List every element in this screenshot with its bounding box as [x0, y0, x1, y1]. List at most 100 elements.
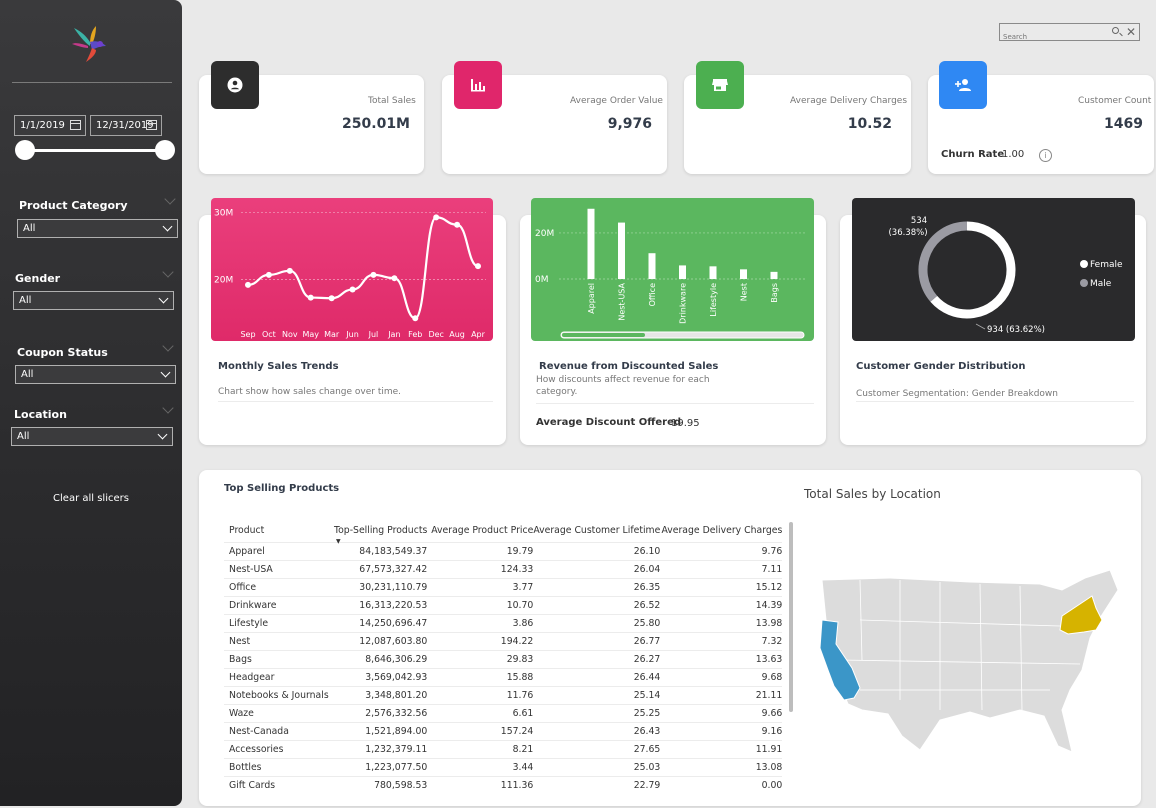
x-tick-label: May	[302, 330, 319, 339]
x-tick-label: Lifestyle	[709, 283, 718, 317]
clear-all-slicers-button[interactable]: Clear all slicers	[0, 493, 182, 504]
table-row[interactable]: Office 30,231,110.79 3.77 26.35 15.12	[224, 577, 783, 596]
search-icon[interactable]	[1112, 27, 1119, 34]
table-row[interactable]: Bags 8,646,306.29 29.83 26.27 13.63	[224, 649, 783, 668]
column-header[interactable]: Top-Selling Products ▼	[334, 520, 427, 545]
table-row[interactable]: Bottles 1,223,077.50 3.44 25.03 13.08	[224, 757, 783, 776]
table-cell: Nest-USA	[224, 559, 334, 578]
table-row[interactable]: Headgear 3,569,042.93 15.88 26.44 9.68	[224, 667, 783, 686]
bird-logo-icon	[72, 26, 106, 62]
table-header-row: Product Top-Selling Products ▼ Average Prod…	[224, 520, 782, 545]
table-row[interactable]: Nest-Canada 1,521,894.00 157.24 26.43 9.16	[224, 721, 783, 740]
calendar-icon[interactable]	[70, 120, 81, 130]
table-cell: 3.77	[427, 577, 534, 596]
column-header[interactable]: Average Product Price	[427, 520, 533, 542]
start-date-input[interactable]: 1/1/2019	[14, 115, 86, 136]
gender-dropdown[interactable]: All	[13, 291, 174, 310]
chevron-down-icon[interactable]	[162, 402, 174, 414]
data-point	[328, 295, 335, 302]
column-header[interactable]: Average Customer Lifetime	[533, 520, 660, 542]
avg-discount-label: Average Discount Offered	[536, 417, 682, 428]
table-row[interactable]: Lifestyle 14,250,696.47 3.86 25.80 13.98	[224, 613, 783, 632]
bar	[648, 253, 656, 279]
location-label: Location	[14, 408, 67, 421]
data-point	[475, 263, 481, 270]
us-map[interactable]	[800, 560, 1142, 760]
churn-rate-value: 1.00	[1002, 149, 1025, 160]
product-category-dropdown[interactable]: All	[17, 219, 178, 238]
sort-descending-icon[interactable]: ▼	[336, 538, 341, 545]
gender-value: All	[19, 295, 32, 306]
slice-label: 534	[911, 216, 927, 226]
scrollbar-thumb	[562, 333, 645, 337]
table-cell: 16,313,220.53	[334, 595, 428, 614]
table-row[interactable]: Gift Cards 780,598.53 111.36 22.79 0.00	[224, 775, 783, 794]
chevron-down-icon[interactable]	[162, 340, 174, 352]
table-row[interactable]: Nest-USA 67,573,327.42 124.33 26.04 7.11	[224, 559, 783, 578]
gender-chart[interactable]: 934 (63.62%) 534 (36.38%) Female Male	[852, 198, 1135, 341]
coupon-status-dropdown[interactable]: All	[15, 365, 176, 384]
sales-line	[247, 216, 479, 320]
x-tick-label: Dec	[428, 330, 443, 339]
date-slider-end-handle[interactable]	[155, 140, 175, 160]
column-header[interactable]: Average Delivery Charges	[660, 520, 782, 542]
table-cell: 27.65	[533, 739, 661, 758]
date-range-slider[interactable]	[25, 149, 165, 152]
close-icon[interactable]: ✕	[1126, 24, 1136, 40]
data-point	[286, 267, 293, 274]
legend-label: Female	[1090, 260, 1123, 270]
table-cell: 3,569,042.93	[334, 667, 428, 686]
data-point	[349, 286, 356, 293]
table-row[interactable]: Waze 2,576,332.56 6.61 25.25 9.66	[224, 703, 783, 722]
filter-sidebar: 1/1/2019 12/31/2019 Product Category All…	[0, 0, 182, 806]
table-scrollbar[interactable]	[789, 522, 793, 712]
table-cell: 14.39	[660, 595, 783, 614]
table-cell: 84,183,549.37	[334, 541, 428, 560]
data-point	[433, 214, 440, 221]
data-point	[391, 275, 398, 282]
card-title: Revenue from Discounted Sales	[539, 361, 719, 372]
chevron-down-icon	[162, 221, 173, 232]
table-row[interactable]: Nest 12,087,603.80 194.22 26.77 7.32	[224, 631, 783, 650]
table-cell: 19.79	[427, 541, 534, 560]
table-cell: 30,231,110.79	[334, 577, 428, 596]
chevron-down-icon[interactable]	[164, 193, 176, 205]
x-tick-label: Jan	[387, 330, 400, 339]
table-cell: 9.76	[660, 541, 783, 560]
chevron-down-icon[interactable]	[162, 266, 174, 278]
monthly-sales-chart[interactable]: 30M 20M Sep Oct Nov May Mar Jun Jul Jan Feb Dec Aug A…	[211, 198, 493, 341]
search-input[interactable]	[1000, 29, 1100, 45]
end-date-input[interactable]: 12/31/2019	[90, 115, 162, 136]
date-slider-start-handle[interactable]	[15, 140, 35, 160]
table-row[interactable]: Drinkware 16,313,220.53 10.70 26.52 14.39	[224, 595, 783, 614]
table-row[interactable]: Notebooks & Journals 3,348,801.20 11.76 25.…	[224, 685, 783, 704]
table-cell: 25.03	[533, 757, 661, 776]
kpi-label: Average Delivery Charges	[790, 96, 908, 106]
table-cell: 11.91	[660, 739, 783, 758]
kpi-label: Customer Count	[1078, 96, 1152, 106]
table-cell: 25.25	[533, 703, 661, 722]
table-row[interactable]: Apparel 84,183,549.37 19.79 26.10 9.76	[224, 541, 783, 560]
bar	[587, 208, 595, 279]
x-tick-label: Feb	[408, 330, 422, 339]
table-cell: Apparel	[224, 541, 334, 560]
table-cell: 11.76	[427, 685, 534, 704]
add-user-icon	[939, 61, 987, 109]
card-title: Monthly Sales Trends	[218, 361, 339, 372]
sidebar-divider	[12, 82, 172, 83]
column-header[interactable]: Product	[224, 520, 334, 542]
info-icon[interactable]: i	[1039, 149, 1052, 162]
slice-label: 934 (63.62%)	[987, 325, 1045, 335]
table-cell: 3.44	[427, 757, 534, 776]
table-cell: 67,573,327.42	[334, 559, 428, 578]
table-cell: 2,576,332.56	[334, 703, 428, 722]
table-cell: 26.44	[533, 667, 661, 686]
table-cell: 0.00	[660, 775, 783, 794]
chevron-down-icon	[158, 293, 169, 304]
search-box[interactable]: ✕	[999, 23, 1140, 45]
calendar-icon[interactable]	[146, 120, 157, 130]
x-tick-label: Oct	[262, 330, 276, 339]
revenue-chart[interactable]: 20M 0M Apparel Nest-USA Office Drinkware Lifes…	[531, 198, 814, 341]
location-dropdown[interactable]: All	[11, 427, 173, 446]
table-row[interactable]: Accessories 1,232,379.11 8.21 27.65 11.91	[224, 739, 783, 758]
